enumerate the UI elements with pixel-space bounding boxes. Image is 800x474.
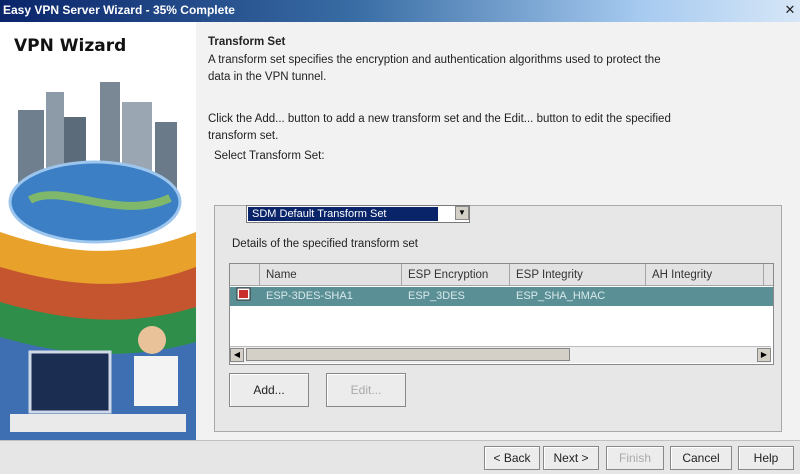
select-transform-set-label: Select Transform Set: — [214, 150, 325, 162]
wizard-sidebar: VPN Wizard — [0, 22, 196, 440]
column-header-esp-encryption[interactable]: ESP Encryption — [402, 264, 510, 286]
close-icon[interactable]: ✕ — [782, 2, 798, 18]
edit-button[interactable]: Edit... — [326, 373, 406, 407]
transform-set-icon — [234, 287, 260, 306]
chevron-down-icon[interactable]: ▼ — [455, 206, 469, 220]
scrollbar-thumb[interactable] — [246, 348, 570, 361]
wizard-window: Easy VPN Server Wizard - 35% Complete ✕ — [0, 0, 800, 474]
section-description-line1: A transform set specifies the encryption… — [208, 54, 661, 66]
cell-name: ESP-3DES-SHA1 — [266, 290, 353, 302]
scroll-right-icon[interactable]: ▶ — [757, 348, 771, 362]
details-label: Details of the specified transform set — [232, 238, 418, 250]
add-button[interactable]: Add... — [229, 373, 309, 407]
cell-esp-integrity: ESP_SHA_HMAC — [516, 290, 606, 302]
help-button[interactable]: Help — [738, 446, 794, 470]
cell-ah-integrity — [646, 287, 764, 306]
wizard-footer: < Back Next > Finish Cancel Help — [0, 440, 800, 474]
table-horizontal-scrollbar[interactable]: ◀ ▶ — [230, 346, 771, 363]
wizard-heading: VPN Wizard — [14, 36, 127, 56]
finish-button[interactable]: Finish — [606, 446, 664, 470]
table-row[interactable]: ESP-3DES-SHA1 ESP_3DES ESP_SHA_HMAC — [230, 287, 773, 306]
column-header-name[interactable]: Name — [260, 264, 402, 286]
back-button[interactable]: < Back — [484, 446, 540, 470]
table-header-filler — [764, 264, 773, 286]
section-instruction-line2: transform set. — [208, 130, 279, 142]
section-title: Transform Set — [208, 36, 286, 48]
section-description-line2: data in the VPN tunnel. — [208, 71, 327, 83]
title-bar: Easy VPN Server Wizard - 35% Complete ✕ — [0, 0, 800, 22]
scroll-left-icon[interactable]: ◀ — [230, 348, 244, 362]
wizard-illustration — [0, 22, 196, 440]
column-header-ah-integrity[interactable]: AH Integrity — [646, 264, 764, 286]
cell-esp-encryption: ESP_3DES — [408, 290, 465, 302]
cancel-button[interactable]: Cancel — [670, 446, 732, 470]
window-title: Easy VPN Server Wizard - 35% Complete — [3, 3, 235, 17]
next-button[interactable]: Next > — [543, 446, 599, 470]
section-instruction-line1: Click the Add... button to add a new tra… — [208, 113, 671, 125]
transform-set-select[interactable]: SDM Default Transform Set ▼ — [246, 205, 470, 223]
column-header-esp-integrity[interactable]: ESP Integrity — [510, 264, 646, 286]
transform-set-table: Name ESP Encryption ESP Integrity AH Int… — [229, 263, 774, 365]
table-header-icon-col — [230, 264, 260, 286]
transform-set-selected-value: SDM Default Transform Set — [248, 207, 438, 221]
